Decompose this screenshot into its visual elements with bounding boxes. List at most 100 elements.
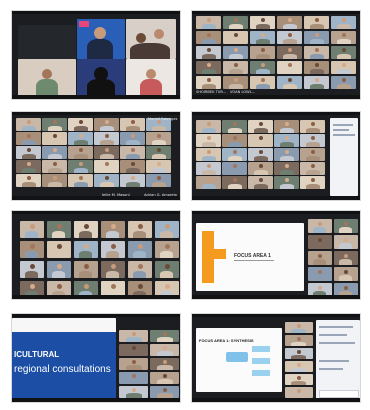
video-tile (120, 174, 145, 187)
video-tile (331, 76, 356, 89)
video-tile (196, 134, 221, 147)
video-tile (277, 61, 302, 74)
video-tile (120, 132, 145, 145)
shared-slide: FOCUS AREA 1 (196, 223, 304, 291)
zoom-topbar (192, 11, 360, 14)
video-tile (150, 330, 179, 342)
video-tile (300, 162, 325, 175)
participant-name: Mariell Fabregas (148, 117, 178, 121)
video-tile (274, 162, 299, 175)
video-tile (146, 160, 171, 173)
video-tile (331, 46, 356, 59)
video-tile (155, 241, 179, 258)
video-tile (274, 176, 299, 189)
video-tile (285, 335, 313, 346)
video-tile (304, 16, 329, 29)
video-tile-blank (18, 25, 76, 59)
screenshot-7: ICULTURAL regional consultations (11, 313, 181, 403)
video-tile (47, 221, 71, 238)
video-tile (285, 374, 313, 385)
video-tile (196, 162, 221, 175)
video-tile (120, 160, 145, 173)
video-tile (119, 330, 148, 342)
video-tile (308, 251, 332, 265)
zoom-topbar (192, 314, 360, 317)
video-tile (94, 132, 119, 145)
video-tile (20, 261, 44, 278)
video-tile (222, 120, 247, 133)
video-tile (74, 241, 98, 258)
video-tile (120, 118, 145, 131)
video-tile (150, 358, 179, 370)
video-tile (250, 16, 275, 29)
zoom-topbar (192, 211, 360, 214)
video-tile (68, 174, 93, 187)
video-tile-participant (126, 19, 176, 59)
video-tile (150, 386, 179, 398)
video-tile (94, 160, 119, 173)
video-tile (101, 241, 125, 258)
video-tile (304, 61, 329, 74)
video-tile-participant (126, 59, 176, 97)
video-tile (304, 46, 329, 59)
video-tile (248, 176, 273, 189)
video-tile (16, 118, 41, 131)
video-tile (222, 148, 247, 161)
participant-name: SHOIRBEK TUR... (196, 90, 227, 94)
video-tile (94, 118, 119, 131)
video-tile (150, 372, 179, 384)
video-tile (42, 146, 67, 159)
video-tile (223, 76, 248, 89)
screenshot-6: FOCUS AREA 1 (191, 210, 361, 300)
video-tile (223, 61, 248, 74)
video-tile (285, 322, 313, 333)
video-tile (248, 148, 273, 161)
video-tile (42, 160, 67, 173)
video-tile (42, 132, 67, 145)
video-tile (222, 162, 247, 175)
video-tile (42, 118, 67, 131)
video-tile (331, 31, 356, 44)
video-tile (274, 148, 299, 161)
video-tile (277, 46, 302, 59)
video-tile (331, 16, 356, 29)
screenshot-1 (11, 10, 181, 100)
video-tile (146, 146, 171, 159)
video-tile (196, 176, 221, 189)
video-tile (308, 267, 332, 281)
slide-subheading: regional consultations (14, 364, 111, 375)
shared-slide: FOCUS AREA 1: SYNTHESIS (196, 328, 282, 392)
video-tile (155, 221, 179, 238)
slide-title: FOCUS AREA 1: SYNTHESIS (199, 338, 254, 343)
video-tile-hijab (77, 59, 125, 97)
video-tile (119, 344, 148, 356)
video-tile-participant (18, 59, 76, 97)
video-tile (250, 61, 275, 74)
video-tile (285, 387, 313, 398)
video-tile (128, 241, 152, 258)
video-tile (308, 235, 332, 249)
shared-slide: ICULTURAL regional consultations (12, 318, 116, 400)
video-tile (196, 76, 221, 89)
video-tile (74, 221, 98, 238)
video-tile (150, 344, 179, 356)
video-tile (196, 61, 221, 74)
video-tile (300, 176, 325, 189)
video-tile (300, 148, 325, 161)
video-tile (248, 120, 273, 133)
zoom-topbar (192, 112, 360, 115)
video-tile (94, 174, 119, 187)
video-tile (248, 134, 273, 147)
video-tile (196, 31, 221, 44)
video-tile (74, 261, 98, 278)
video-tile (20, 241, 44, 258)
screenshot-8: FOCUS AREA 1: SYNTHESIS (191, 313, 361, 403)
video-tile (94, 146, 119, 159)
video-tile (47, 241, 71, 258)
video-tile (42, 174, 67, 187)
video-tile (16, 146, 41, 159)
video-tile (334, 235, 358, 249)
zoom-topbar (12, 211, 180, 214)
zoom-toolbar (192, 295, 360, 299)
video-tile (101, 221, 125, 238)
